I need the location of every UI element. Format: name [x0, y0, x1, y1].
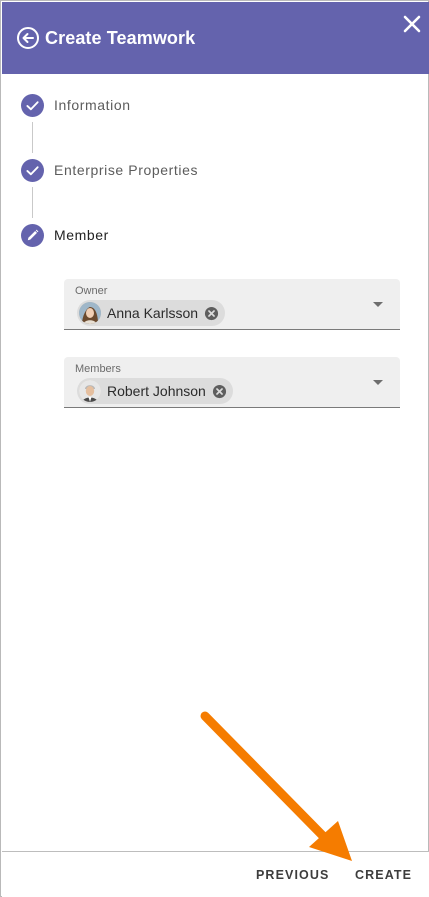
step-connector	[32, 187, 33, 218]
caret-down-icon[interactable]	[373, 302, 383, 307]
step-label: Member	[54, 227, 109, 243]
owner-field-label: Owner	[75, 285, 108, 297]
owner-select[interactable]: Owner Anna Karlsson	[64, 279, 400, 330]
close-icon[interactable]	[402, 14, 422, 34]
step-connector	[32, 122, 33, 153]
create-teamwork-dialog: Create Teamwork Information Enterprise P…	[0, 0, 429, 897]
owner-chip[interactable]: Anna Karlsson	[77, 300, 226, 326]
remove-chip-icon[interactable]	[212, 384, 227, 399]
dialog-header: Create Teamwork	[2, 2, 429, 74]
pencil-icon	[27, 229, 39, 241]
previous-button[interactable]: PREVIOUS	[256, 868, 329, 882]
avatar	[79, 380, 101, 402]
step-active-indicator	[21, 224, 44, 247]
step-completed-indicator	[21, 159, 44, 182]
annotation-arrow	[200, 711, 352, 861]
remove-chip-icon[interactable]	[204, 306, 219, 321]
step-label: Information	[54, 97, 131, 113]
step-completed-indicator	[21, 94, 44, 117]
members-select[interactable]: Members Robert Johnson	[64, 357, 400, 408]
member-chip-label: Robert Johnson	[107, 383, 206, 399]
avatar	[79, 302, 101, 324]
create-button[interactable]: CREATE	[355, 868, 412, 882]
dialog-title: Create Teamwork	[45, 28, 196, 48]
check-icon	[26, 101, 39, 111]
step-label: Enterprise Properties	[54, 162, 199, 178]
check-icon	[26, 166, 39, 176]
dialog-footer: PREVIOUS CREATE	[2, 851, 429, 897]
member-chip[interactable]: Robert Johnson	[77, 378, 233, 404]
caret-down-icon[interactable]	[373, 380, 383, 385]
owner-chip-label: Anna Karlsson	[107, 305, 199, 321]
members-field-label: Members	[75, 363, 121, 375]
arrow-left-circle-icon[interactable]	[16, 26, 40, 50]
